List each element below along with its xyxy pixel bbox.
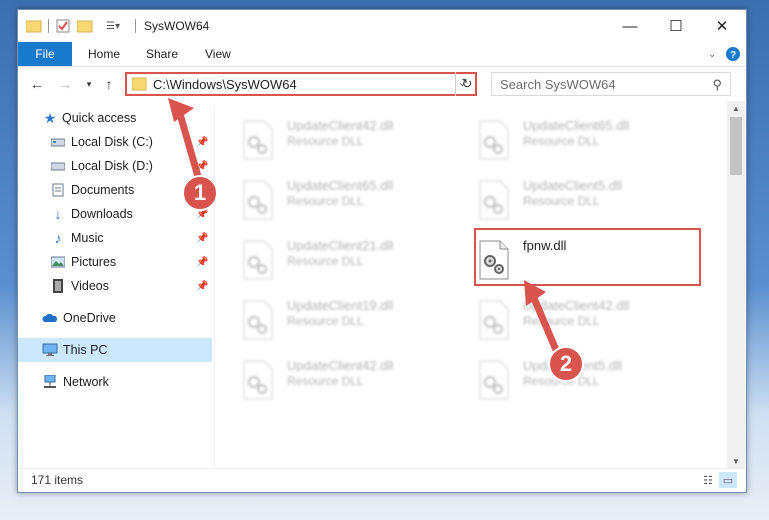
step-badge-1: 1 — [182, 175, 218, 211]
annotation-arrows — [168, 98, 560, 354]
arrow-1 — [176, 110, 203, 184]
step-badge-2: 2 — [548, 346, 584, 382]
explorer-window: ☰▾ SysWOW64 — ☐ ✕ File Home Share View ⌄… — [17, 9, 747, 493]
arrow-2 — [530, 294, 560, 354]
